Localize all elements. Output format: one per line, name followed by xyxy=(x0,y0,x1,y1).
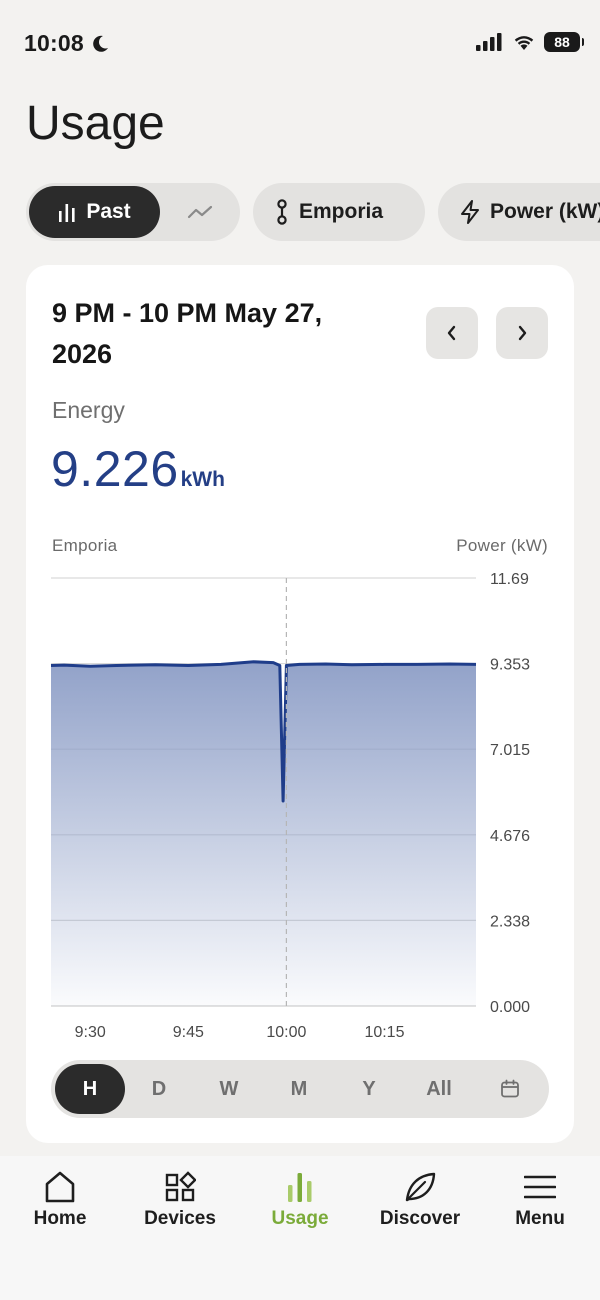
wifi-icon xyxy=(514,36,534,50)
usage-card: 9 PM - 10 PM May 27, 2026 Energy 9.226 k… xyxy=(26,265,574,1143)
energy-total: 9.226 kWh xyxy=(51,440,225,498)
x-tick-label: 10:00 xyxy=(266,1024,306,1041)
previous-period-button[interactable] xyxy=(426,307,478,359)
y-tick-label: 2.338 xyxy=(490,913,530,930)
y-tick-label: 7.015 xyxy=(490,742,530,759)
chevron-left-icon xyxy=(447,325,456,341)
view-mode-toggle: Past xyxy=(26,183,240,241)
energy-unit: kWh xyxy=(180,468,225,491)
usage-bars-icon xyxy=(288,1173,312,1202)
period-option-day[interactable]: D xyxy=(124,1064,194,1114)
nav-home-label: Home xyxy=(33,1208,87,1229)
x-tick-label: 9:45 xyxy=(173,1024,204,1041)
moon-icon xyxy=(93,35,108,52)
period-option-all[interactable]: All xyxy=(404,1064,474,1114)
period-option-year[interactable]: Y xyxy=(334,1064,404,1114)
metric-filter-button[interactable]: Power (kW) xyxy=(438,183,600,241)
chart-y-axis-label: Power (kW) xyxy=(456,536,548,555)
period-option-week[interactable]: W xyxy=(194,1064,264,1114)
live-view-button[interactable] xyxy=(176,197,224,227)
power-chart[interactable]: 11.69 9.353 7.015 4.676 2.338 0.000 9:30 9:45 10… xyxy=(26,565,574,1045)
chart-series-label: Emporia xyxy=(52,536,118,555)
calendar-icon xyxy=(501,1079,519,1098)
next-period-button[interactable] xyxy=(496,307,548,359)
status-time: 10:08 xyxy=(24,30,110,57)
device-pin-icon xyxy=(277,199,287,225)
calendar-button[interactable] xyxy=(475,1064,545,1114)
y-tick-label: 4.676 xyxy=(490,828,530,845)
bar-chart-icon xyxy=(59,204,75,222)
nav-home[interactable]: Home xyxy=(0,1170,120,1230)
x-tick-label: 10:15 xyxy=(364,1024,404,1041)
energy-value: 9.226 xyxy=(51,441,179,497)
nav-usage-label: Usage xyxy=(271,1208,329,1229)
nav-devices-label: Devices xyxy=(144,1208,216,1229)
status-bar: 10:08 88 xyxy=(0,0,600,88)
line-chart-icon xyxy=(187,205,213,219)
hamburger-menu-icon xyxy=(524,1175,556,1199)
y-tick-label: 11.69 xyxy=(490,571,529,588)
nav-menu[interactable]: Menu xyxy=(480,1170,600,1230)
devices-grid-icon xyxy=(165,1171,196,1202)
period-option-month[interactable]: M xyxy=(264,1064,334,1114)
past-view-button[interactable]: Past xyxy=(29,186,160,238)
period-selector: H D W M Y All xyxy=(51,1060,549,1118)
x-tick-label: 9:30 xyxy=(75,1024,106,1041)
filter-bar: Past Emporia Power (kW) xyxy=(26,181,600,243)
nav-discover-label: Discover xyxy=(379,1208,461,1229)
status-icons: 88 xyxy=(476,32,584,52)
metric-filter-label: Power (kW) xyxy=(490,200,600,223)
leaf-icon xyxy=(405,1172,436,1202)
cellular-signal-icon xyxy=(476,33,502,51)
nav-discover[interactable]: Discover xyxy=(360,1170,480,1230)
nav-usage[interactable]: Usage xyxy=(240,1170,360,1230)
past-view-label: Past xyxy=(86,200,131,223)
nav-devices[interactable]: Devices xyxy=(120,1170,240,1230)
y-tick-label: 0.000 xyxy=(490,999,530,1016)
device-filter-label: Emporia xyxy=(299,200,384,223)
nav-menu-label: Menu xyxy=(515,1208,565,1229)
chevron-right-icon xyxy=(518,325,527,341)
y-tick-label: 9.353 xyxy=(490,657,530,674)
lightning-bolt-icon xyxy=(461,200,479,224)
home-icon xyxy=(45,1171,75,1203)
clock-text: 10:08 xyxy=(24,30,84,56)
battery-indicator: 88 xyxy=(544,32,584,52)
bottom-navigation: Home Devices Usage Discover Menu xyxy=(0,1156,600,1300)
device-filter-button[interactable]: Emporia xyxy=(253,183,425,241)
series-area xyxy=(51,661,476,1006)
energy-label: Energy xyxy=(52,397,125,423)
period-option-hour[interactable]: H xyxy=(55,1064,125,1114)
time-range-title: 9 PM - 10 PM May 27, 2026 xyxy=(52,298,323,369)
page-title: Usage xyxy=(26,97,165,150)
